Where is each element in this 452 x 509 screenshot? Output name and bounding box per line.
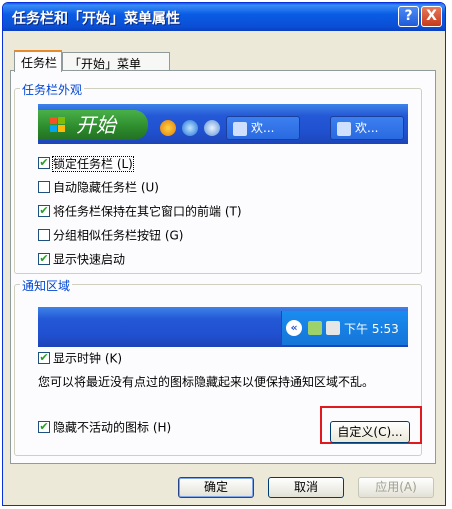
task-button-1: 欢... xyxy=(226,116,300,140)
tray-clock: 下午 5:53 xyxy=(344,322,399,336)
checkbox-checked-icon[interactable]: ✔ xyxy=(38,351,50,364)
close-button[interactable]: X xyxy=(421,6,442,27)
cancel-button[interactable]: 取消 xyxy=(268,477,344,498)
title-bar[interactable]: 任务栏和「开始」菜单属性 ? X xyxy=(3,3,445,31)
tab-start-menu[interactable]: 「开始」菜单 xyxy=(62,52,170,72)
hide-inactive-option[interactable]: ✔ 隐藏不活动的图标 (H) xyxy=(38,418,171,436)
ok-button[interactable]: 确定 xyxy=(178,477,254,498)
chevron-left-icon: « xyxy=(286,320,302,336)
help-button[interactable]: ? xyxy=(398,6,419,27)
taskbar-preview: 开始 欢... 欢... xyxy=(38,104,408,144)
checkbox-icon[interactable] xyxy=(38,180,50,193)
checkbox-checked-icon[interactable]: ✔ xyxy=(38,420,50,433)
tab-taskbar[interactable]: 任务栏 xyxy=(14,50,62,72)
window-icon xyxy=(233,121,247,136)
quick-launch-option[interactable]: ✔ 显示快速启动 xyxy=(38,250,125,268)
network-icon xyxy=(308,321,322,335)
auto-hide-option[interactable]: 自动隐藏任务栏 (U) xyxy=(38,178,159,196)
apply-button[interactable]: 应用(A) xyxy=(358,477,434,498)
window-icon xyxy=(337,121,351,136)
media-player-icon xyxy=(160,120,176,136)
volume-icon xyxy=(326,321,340,335)
window-title: 任务栏和「开始」菜单属性 xyxy=(12,11,180,27)
show-clock-option[interactable]: ✔ 显示时钟 (K) xyxy=(38,349,122,367)
notification-info-text: 您可以将最近没有点过的图标隐藏起来以便保持通知区域不乱。 xyxy=(38,375,375,389)
start-label: 开始 xyxy=(76,113,116,137)
group-similar-option[interactable]: 分组相似任务栏按钮 (G) xyxy=(38,226,183,244)
tray-area: « 下午 5:53 xyxy=(281,311,408,345)
customize-button[interactable]: 自定义(C)... xyxy=(330,421,410,443)
checkbox-checked-icon[interactable]: ✔ xyxy=(38,156,50,169)
lock-taskbar-option[interactable]: ✔ 锁定任务栏 (L) xyxy=(38,154,134,172)
taskbar-appearance-legend: 任务栏外观 xyxy=(20,81,85,98)
task-button-2: 欢... xyxy=(330,116,404,140)
checkbox-checked-icon[interactable]: ✔ xyxy=(38,204,50,217)
show-desktop-icon xyxy=(204,120,220,136)
notification-tray-preview: « 下午 5:53 xyxy=(38,307,408,347)
ie-icon xyxy=(182,120,198,136)
checkbox-icon[interactable] xyxy=(38,228,50,241)
notification-area-legend: 通知区域 xyxy=(20,277,73,294)
checkbox-checked-icon[interactable]: ✔ xyxy=(38,252,50,265)
keep-on-top-option[interactable]: ✔ 将任务栏保持在其它窗口的前端 (T) xyxy=(38,202,242,220)
start-button-preview: 开始 xyxy=(38,110,148,140)
windows-flag-icon xyxy=(50,117,65,132)
